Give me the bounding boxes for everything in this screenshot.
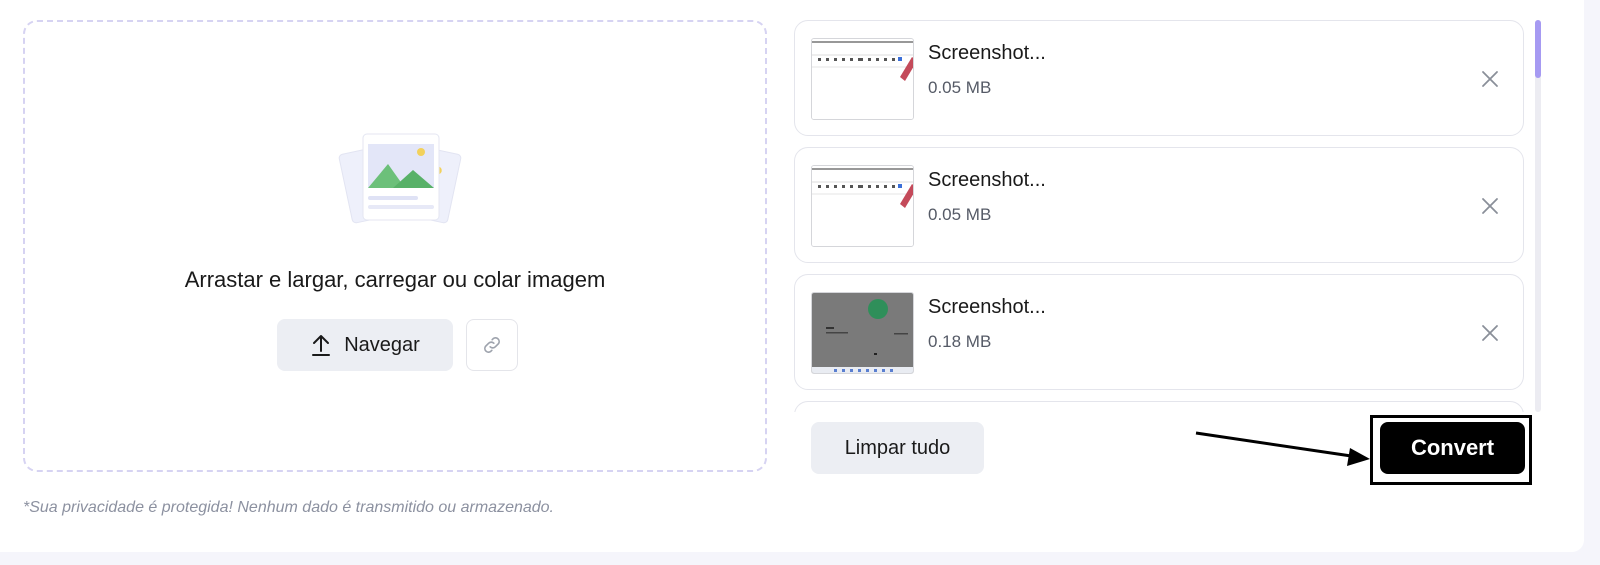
file-thumbnail	[811, 38, 914, 120]
file-item: Screenshot... 0.05 MB	[794, 147, 1524, 263]
browse-button[interactable]: Navegar	[277, 319, 453, 371]
file-size: 0.05 MB	[928, 78, 992, 97]
file-list: Screenshot... 0.05 MB Screenshot... 0.05…	[794, 20, 1524, 412]
images-stack-icon	[338, 133, 462, 224]
file-name: Screenshot...	[928, 296, 1046, 318]
remove-file-button[interactable]	[1475, 318, 1505, 348]
file-item-partial	[794, 401, 1524, 412]
link-icon	[484, 337, 500, 353]
clear-all-button[interactable]: Limpar tudo	[811, 422, 984, 474]
browse-button-label: Navegar	[344, 333, 420, 356]
annotation-arrow	[1195, 431, 1370, 466]
image-dropzone[interactable]: Arrastar e largar, carregar ou colar ima…	[23, 20, 767, 472]
file-thumbnail	[811, 165, 914, 247]
upload-arrow-icon	[312, 335, 331, 356]
file-size: 0.05 MB	[928, 205, 992, 224]
file-item: Screenshot... 0.05 MB	[794, 20, 1524, 136]
file-name: Screenshot...	[928, 169, 1046, 191]
file-size: 0.18 MB	[928, 332, 992, 351]
file-name: Screenshot...	[928, 42, 1046, 64]
file-thumbnail	[811, 292, 914, 374]
convert-button[interactable]: Convert	[1380, 422, 1525, 474]
remove-file-button[interactable]	[1475, 64, 1505, 94]
scrollbar-thumb[interactable]	[1535, 20, 1541, 78]
close-icon	[1482, 325, 1498, 341]
close-icon	[1482, 198, 1498, 214]
close-icon	[1482, 71, 1498, 87]
remove-file-button[interactable]	[1475, 191, 1505, 221]
url-link-button[interactable]	[466, 319, 518, 371]
privacy-note: *Sua privacidade é protegida! Nenhum dad…	[23, 499, 554, 516]
dropzone-instruction: Arrastar e largar, carregar ou colar ima…	[184, 267, 606, 292]
file-item: Screenshot... 0.18 MB	[794, 274, 1524, 390]
converter-card: Arrastar e largar, carregar ou colar ima…	[0, 0, 1584, 552]
file-list-scrollbar[interactable]	[1535, 20, 1541, 412]
